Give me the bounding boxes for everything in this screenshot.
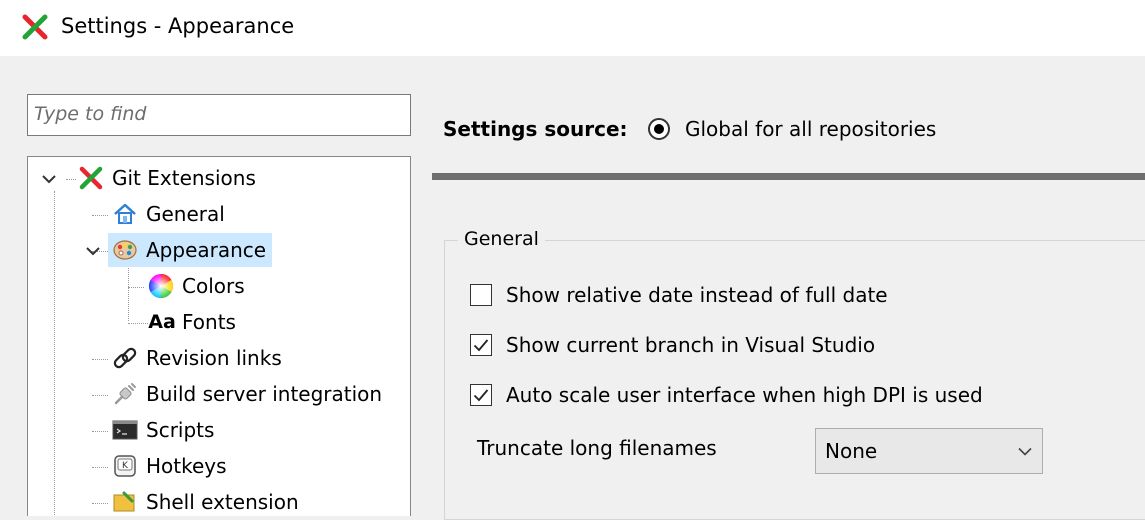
truncate-filenames-value: None: [825, 439, 878, 463]
font-icon: Aa: [148, 311, 176, 333]
tree-item-label: Appearance: [146, 238, 267, 262]
tree-connector: [128, 287, 144, 288]
tree-item-appearance[interactable]: Appearance: [108, 233, 273, 267]
tree-item-scripts[interactable]: Scripts: [110, 413, 214, 447]
tree-item-label: Scripts: [146, 418, 215, 442]
git-extensions-icon: [76, 163, 106, 193]
link-icon: [110, 343, 140, 373]
tree-item-fonts[interactable]: Aa Fonts: [148, 305, 236, 339]
chevron-down-icon[interactable]: [84, 242, 102, 260]
separator: [432, 173, 1145, 180]
tree-item-general[interactable]: General: [110, 197, 225, 231]
shell-extension-icon: [110, 487, 140, 516]
color-wheel-icon: [146, 271, 176, 301]
palette-icon: [110, 235, 140, 265]
tree-connector: [92, 467, 108, 468]
tree-item-label: Build server integration: [146, 382, 383, 406]
tree-connector: [92, 395, 108, 396]
tree-connector: [92, 431, 108, 432]
general-group: [444, 240, 1145, 520]
tree-connector: [128, 323, 148, 324]
tree-connector: [66, 179, 76, 180]
home-icon: [110, 199, 140, 229]
settings-source-option-label[interactable]: Global for all repositories: [685, 117, 936, 141]
tree-item-shell-extension[interactable]: Shell extension: [110, 485, 299, 516]
settings-source-radio[interactable]: [648, 118, 670, 140]
tree-item-label: Colors: [182, 274, 245, 298]
tree-connector: [54, 191, 55, 516]
show-relative-date-option[interactable]: Show relative date instead of full date: [470, 283, 888, 307]
radio-selected-dot: [654, 124, 664, 134]
tree-connector: [92, 215, 108, 216]
show-relative-date-label: Show relative date instead of full date: [506, 283, 888, 307]
tree-item-label: General: [146, 202, 225, 226]
general-group-title: General: [458, 228, 545, 250]
show-current-branch-label: Show current branch in Visual Studio: [506, 333, 876, 357]
tree-item-build-server-integration[interactable]: Build server integration: [110, 377, 382, 411]
tree-item-git-extensions[interactable]: Git Extensions: [76, 161, 256, 195]
title-bar: Settings - Appearance: [0, 0, 1145, 56]
tree-item-label: Hotkeys: [146, 454, 227, 478]
tree-connector: [92, 359, 108, 360]
chevron-down-icon[interactable]: [1008, 447, 1042, 456]
auto-scale-dpi-label: Auto scale user interface when high DPI …: [506, 383, 983, 407]
git-extensions-icon: [22, 14, 48, 40]
plug-icon: [110, 379, 140, 409]
tree-item-label: Revision links: [146, 346, 282, 370]
window-title: Settings - Appearance: [61, 14, 295, 38]
auto-scale-dpi-option[interactable]: Auto scale user interface when high DPI …: [470, 383, 983, 407]
tree-item-label: Shell extension: [146, 490, 299, 514]
keyboard-icon: K: [110, 451, 140, 481]
checkmark-icon: [473, 339, 489, 352]
settings-source-label: Settings source:: [443, 117, 628, 141]
tree-connector: [128, 263, 129, 321]
chevron-down-icon[interactable]: [40, 170, 58, 188]
auto-scale-dpi-checkbox[interactable]: [470, 384, 492, 406]
show-current-branch-checkbox[interactable]: [470, 334, 492, 356]
checkmark-icon: [473, 389, 489, 402]
tree-item-label: Git Extensions: [112, 166, 256, 190]
tree-connector: [92, 503, 108, 504]
show-relative-date-checkbox[interactable]: [470, 284, 492, 306]
show-current-branch-option[interactable]: Show current branch in Visual Studio: [470, 333, 875, 357]
search-input[interactable]: [28, 95, 404, 133]
settings-tree[interactable]: Git Extensions General Appearance Colors…: [27, 156, 411, 516]
truncate-filenames-label: Truncate long filenames: [477, 436, 717, 460]
tree-item-label: Fonts: [182, 310, 236, 334]
terminal-icon: [110, 415, 140, 445]
tree-item-colors[interactable]: Colors: [146, 269, 245, 303]
truncate-filenames-dropdown[interactable]: None: [815, 428, 1043, 474]
tree-item-revision-links[interactable]: Revision links: [110, 341, 282, 375]
search-box[interactable]: [27, 94, 411, 136]
tree-item-hotkeys[interactable]: K Hotkeys: [110, 449, 227, 483]
